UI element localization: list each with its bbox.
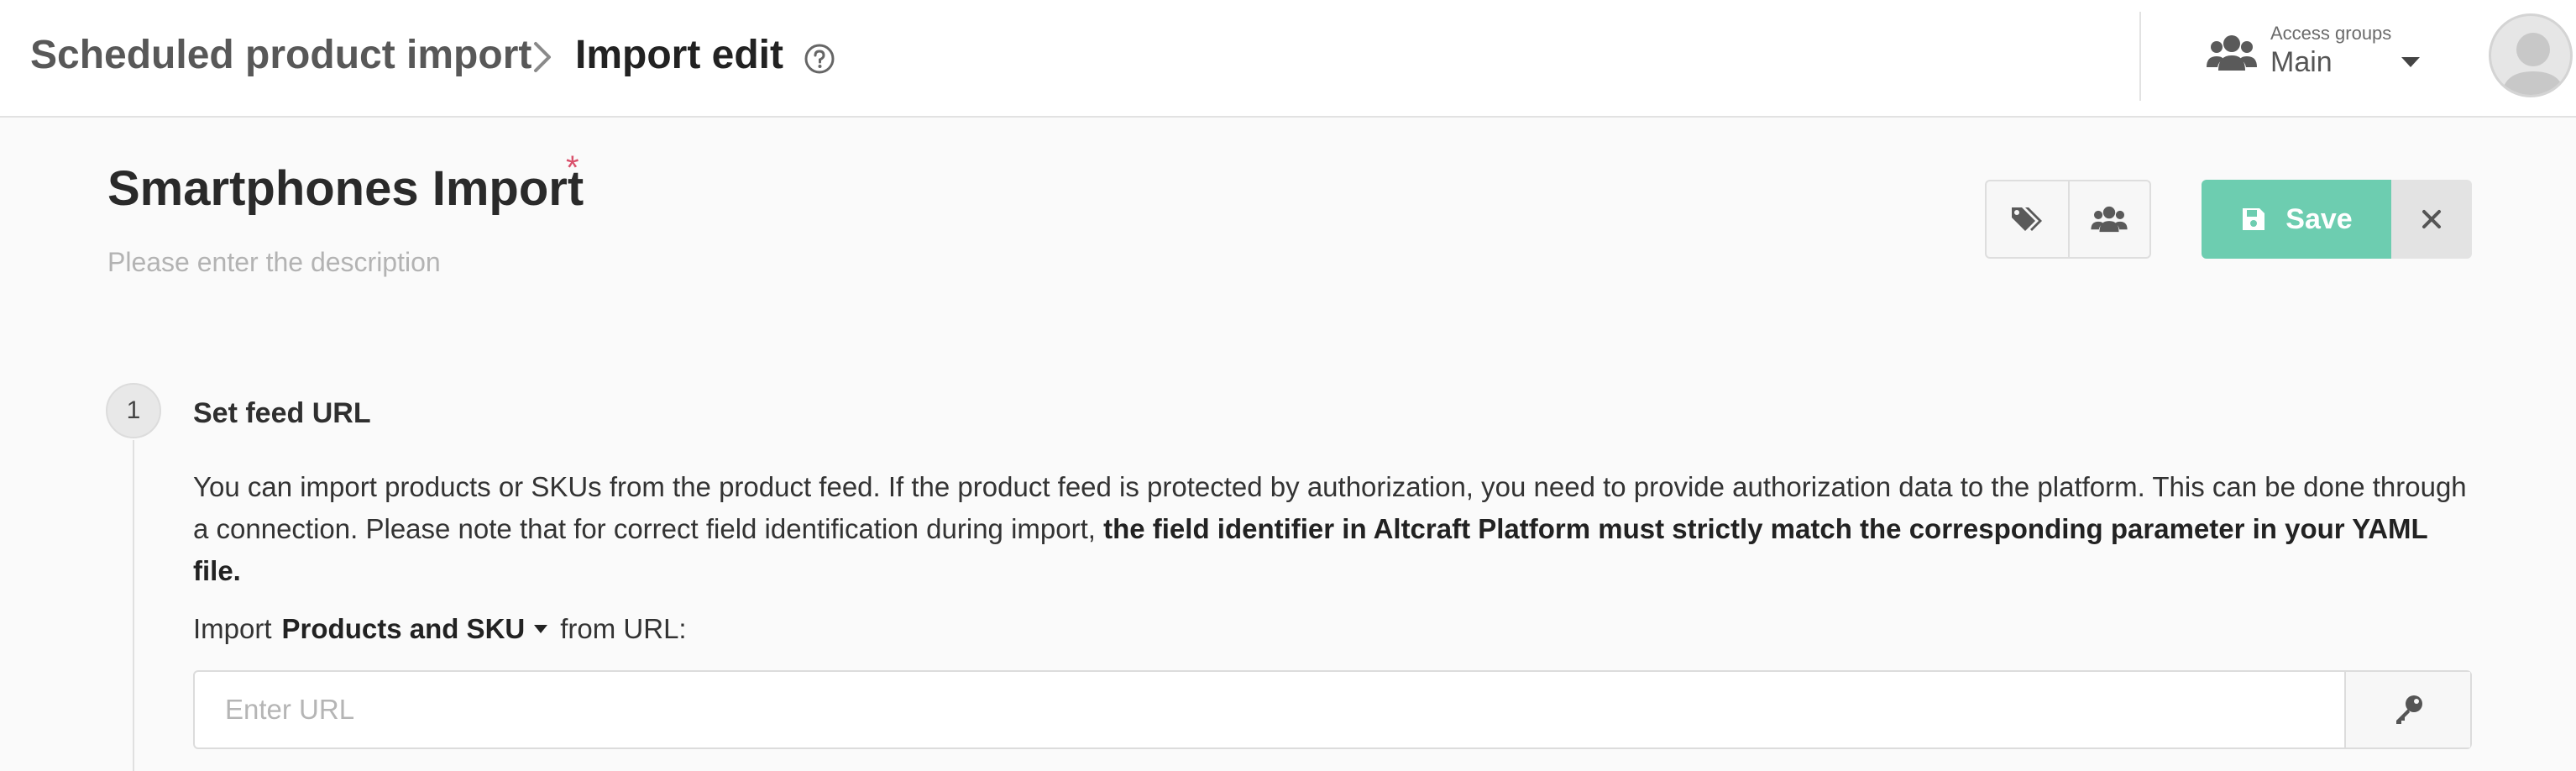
step-description: You can import products or SKUs from the…: [193, 466, 2477, 592]
user-silhouette-icon: [2501, 33, 2565, 95]
connection-key-button[interactable]: [2344, 672, 2470, 747]
chevron-right-icon: [534, 42, 551, 72]
header-divider: [2139, 12, 2141, 101]
close-icon: [2422, 210, 2441, 228]
floppy-disk-icon: [2243, 208, 2265, 230]
key-icon: [2396, 695, 2422, 724]
step-title: Set feed URL: [193, 397, 371, 429]
help-circle-icon[interactable]: [803, 42, 836, 76]
close-button[interactable]: [2391, 180, 2472, 259]
import-suffix: from URL:: [560, 613, 687, 644]
meta-button-group: [1985, 180, 2151, 259]
caret-down-icon[interactable]: [2400, 55, 2422, 69]
step-number-badge: 1: [106, 383, 161, 438]
page-title[interactable]: Smartphones Import: [107, 160, 584, 218]
import-type-value: Products and SKU: [281, 613, 526, 644]
access-groups-button[interactable]: [2067, 181, 2149, 257]
save-button[interactable]: Save: [2202, 180, 2391, 259]
top-header: Scheduled product import Import edit Acc…: [0, 0, 2576, 118]
step-connector-line: [133, 440, 134, 771]
breadcrumb-parent-link[interactable]: Scheduled product import: [30, 30, 531, 81]
required-asterisk: *: [566, 149, 579, 186]
tags-button[interactable]: [1987, 181, 2068, 257]
import-source-line: Import Products and SKU from URL:: [193, 611, 687, 648]
access-groups-label: Access groups: [2270, 23, 2392, 44]
import-prefix: Import: [193, 613, 272, 644]
caret-down-icon: [534, 625, 548, 633]
breadcrumb-current: Import edit: [575, 33, 783, 77]
user-avatar[interactable]: [2489, 13, 2573, 97]
tags-icon: [2012, 207, 2043, 231]
import-type-dropdown[interactable]: Products and SKU: [282, 611, 549, 648]
users-icon: [2207, 35, 2257, 71]
url-input[interactable]: [195, 672, 2344, 747]
users-icon: [2091, 206, 2128, 233]
save-label: Save: [2285, 203, 2353, 235]
url-input-group: [193, 670, 2472, 749]
access-groups-select[interactable]: Main: [2270, 44, 2333, 81]
description-field[interactable]: Please enter the description: [107, 245, 441, 279]
